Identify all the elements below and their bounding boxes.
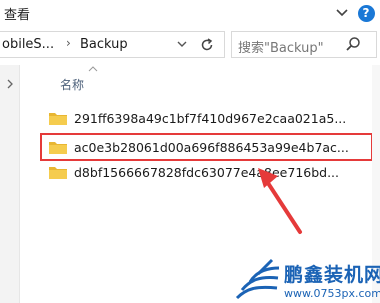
help-button[interactable]: ? — [356, 3, 376, 23]
folder-icon — [49, 113, 67, 125]
search-placeholder: 搜索"Backup" — [238, 41, 324, 56]
annotation-arrow-icon — [258, 168, 302, 234]
list-item[interactable]: d8bf1566667828fdc63077e4a8ee716bd... — [40, 160, 375, 184]
address-history-chevron-icon[interactable] — [176, 36, 188, 56]
watermark-title: 鹏鑫装机网 — [284, 264, 380, 286]
help-icon: ? — [357, 4, 375, 22]
nav-expand-chevron-icon[interactable] — [6, 75, 14, 94]
refresh-button[interactable] — [196, 34, 218, 56]
watermark-logo-icon — [235, 258, 280, 300]
chevron-down-icon[interactable] — [332, 3, 352, 23]
list-item[interactable]: 291ff6398a49c1bf7f410d967e2caa021a5... — [40, 106, 375, 130]
folder-icon — [49, 167, 67, 179]
breadcrumb-current[interactable]: Backup — [80, 37, 128, 52]
file-name: 291ff6398a49c1bf7f410d967e2caa021a5... — [74, 110, 347, 126]
breadcrumb-parent[interactable]: obileS... — [2, 37, 54, 52]
ribbon-bar — [0, 0, 380, 27]
search-icon[interactable] — [343, 34, 363, 54]
refresh-icon — [201, 38, 213, 51]
watermark-url: www.0753px.com — [284, 287, 380, 300]
navigation-pane[interactable] — [0, 65, 20, 303]
column-header-name[interactable]: 名称 — [60, 76, 84, 93]
breadcrumb-separator[interactable]: › — [66, 36, 71, 50]
tab-view[interactable]: 查看 — [4, 4, 30, 23]
sort-indicator-icon — [88, 65, 98, 75]
highlight-box — [40, 133, 373, 161]
